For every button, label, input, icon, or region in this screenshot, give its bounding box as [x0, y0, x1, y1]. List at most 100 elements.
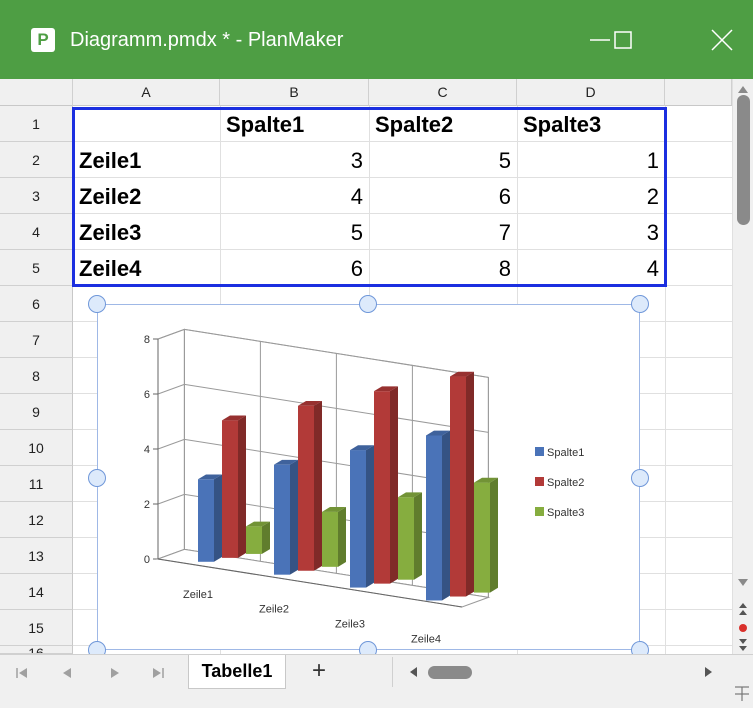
table-cell[interactable]: 6: [369, 178, 517, 214]
row-header[interactable]: 3: [0, 178, 73, 214]
horizontal-scrollbar[interactable]: [392, 657, 722, 687]
table-cell[interactable]: 5: [369, 142, 517, 178]
table-cell[interactable]: 3: [220, 142, 369, 178]
table-cell[interactable]: 4: [220, 178, 369, 214]
maximize-icon: [614, 31, 632, 49]
legend-swatch: [535, 447, 544, 456]
chart-object[interactable]: 0 2 4 6 8 Zeile1 Zeile2 Zeile3 Zeile4 Spalte1 Spal…: [97, 304, 640, 650]
select-browse-object-icon: [739, 624, 747, 632]
row-header[interactable]: 5: [0, 250, 73, 286]
row-header[interactable]: 13: [0, 538, 73, 574]
window-title: Diagramm.pmdx * - PlanMaker: [70, 29, 344, 51]
table-cell[interactable]: 3: [517, 214, 665, 250]
planmaker-app-icon: P: [31, 28, 55, 52]
x-tick-label: Zeile4: [411, 633, 441, 645]
column-header-a[interactable]: A: [73, 79, 220, 106]
table-cell[interactable]: 8: [369, 250, 517, 286]
y-tick-label: 6: [144, 389, 150, 401]
horizontal-scroll-thumb[interactable]: [428, 666, 472, 679]
bar: [474, 482, 490, 593]
table-cell[interactable]: 7: [369, 214, 517, 250]
chart-svg: 0 2 4 6 8 Zeile1 Zeile2 Zeile3 Zeile4 Spalte1 Spal…: [144, 328, 584, 645]
y-tick-label: 2: [144, 499, 150, 511]
column-header-e[interactable]: [665, 79, 732, 106]
maximize-button[interactable]: [601, 18, 645, 62]
bar: [198, 479, 214, 562]
bar-side: [442, 430, 450, 601]
bar: [322, 511, 338, 567]
row-header[interactable]: 11: [0, 466, 73, 502]
scroll-down-icon: [738, 579, 748, 586]
bar: [426, 435, 442, 601]
bar: [298, 405, 314, 571]
table-header-cell[interactable]: Spalte1: [222, 106, 368, 142]
next-sheet-icon[interactable]: [104, 663, 124, 683]
column-header-c[interactable]: C: [369, 79, 517, 106]
resize-handle[interactable]: [359, 295, 377, 313]
bar: [374, 391, 390, 584]
legend-label: Spalte2: [547, 477, 584, 489]
resize-handle[interactable]: [631, 295, 649, 313]
bar: [350, 450, 366, 588]
column-header-d[interactable]: D: [517, 79, 665, 106]
bar: [274, 464, 290, 575]
bar-side: [490, 477, 498, 593]
bar: [398, 497, 414, 580]
table-row-label[interactable]: Zeile4: [75, 250, 220, 286]
table-cell[interactable]: 1: [517, 142, 665, 178]
bar-side: [238, 415, 246, 558]
scroll-right-icon: [705, 667, 712, 677]
resize-handle[interactable]: [88, 469, 106, 487]
table-row-label[interactable]: Zeile3: [75, 214, 220, 250]
bar: [246, 526, 262, 554]
row-header[interactable]: 16: [0, 646, 73, 654]
resize-handle[interactable]: [88, 295, 106, 313]
bar-side: [466, 371, 474, 597]
sheet-tab-tabelle1[interactable]: Tabelle1: [188, 655, 286, 689]
row-header[interactable]: 15: [0, 610, 73, 646]
table-header-cell[interactable]: Spalte3: [519, 106, 664, 142]
row-header[interactable]: 1: [0, 106, 73, 142]
close-button[interactable]: [700, 18, 744, 62]
legend-label: Spalte3: [547, 507, 584, 519]
title-bar: P Diagramm.pmdx * - PlanMaker: [0, 0, 753, 79]
table-cell[interactable]: 6: [220, 250, 369, 286]
row-header[interactable]: 7: [0, 322, 73, 358]
sheet-tab-bar: Tabelle1 +: [0, 654, 753, 708]
table-cell[interactable]: 5: [220, 214, 369, 250]
size-grip-icon: [735, 686, 749, 701]
next-page-icon: [739, 639, 747, 651]
row-header[interactable]: 9: [0, 394, 73, 430]
row-header[interactable]: 12: [0, 502, 73, 538]
table-cell[interactable]: 4: [517, 250, 665, 286]
close-icon: [711, 29, 733, 51]
table-row-label[interactable]: Zeile2: [75, 178, 220, 214]
column-header-b[interactable]: B: [220, 79, 369, 106]
select-all-corner[interactable]: [0, 79, 73, 106]
y-tick-label: 4: [144, 444, 150, 456]
vertical-scroll-thumb[interactable]: [737, 95, 750, 225]
row-header[interactable]: 6: [0, 286, 73, 322]
y-tick-label: 8: [144, 334, 150, 346]
legend-label: Spalte1: [547, 447, 584, 459]
bar: [450, 376, 466, 597]
last-sheet-icon[interactable]: [148, 663, 168, 683]
x-tick-label: Zeile2: [259, 604, 289, 616]
row-header[interactable]: 10: [0, 430, 73, 466]
resize-handle[interactable]: [631, 469, 649, 487]
previous-sheet-icon[interactable]: [58, 663, 78, 683]
bar-side: [262, 521, 270, 554]
table-cell[interactable]: 2: [517, 178, 665, 214]
vertical-scrollbar[interactable]: [732, 79, 753, 654]
row-header[interactable]: 2: [0, 142, 73, 178]
table-row-label[interactable]: Zeile1: [75, 142, 220, 178]
bar: [222, 420, 238, 558]
row-header[interactable]: 14: [0, 574, 73, 610]
row-header[interactable]: 4: [0, 214, 73, 250]
table-header-cell[interactable]: Spalte2: [371, 106, 516, 142]
add-sheet-button[interactable]: +: [312, 657, 326, 685]
row-header[interactable]: 8: [0, 358, 73, 394]
bar-side: [414, 492, 422, 580]
bar-side: [366, 445, 374, 588]
first-sheet-icon[interactable]: [12, 663, 32, 683]
